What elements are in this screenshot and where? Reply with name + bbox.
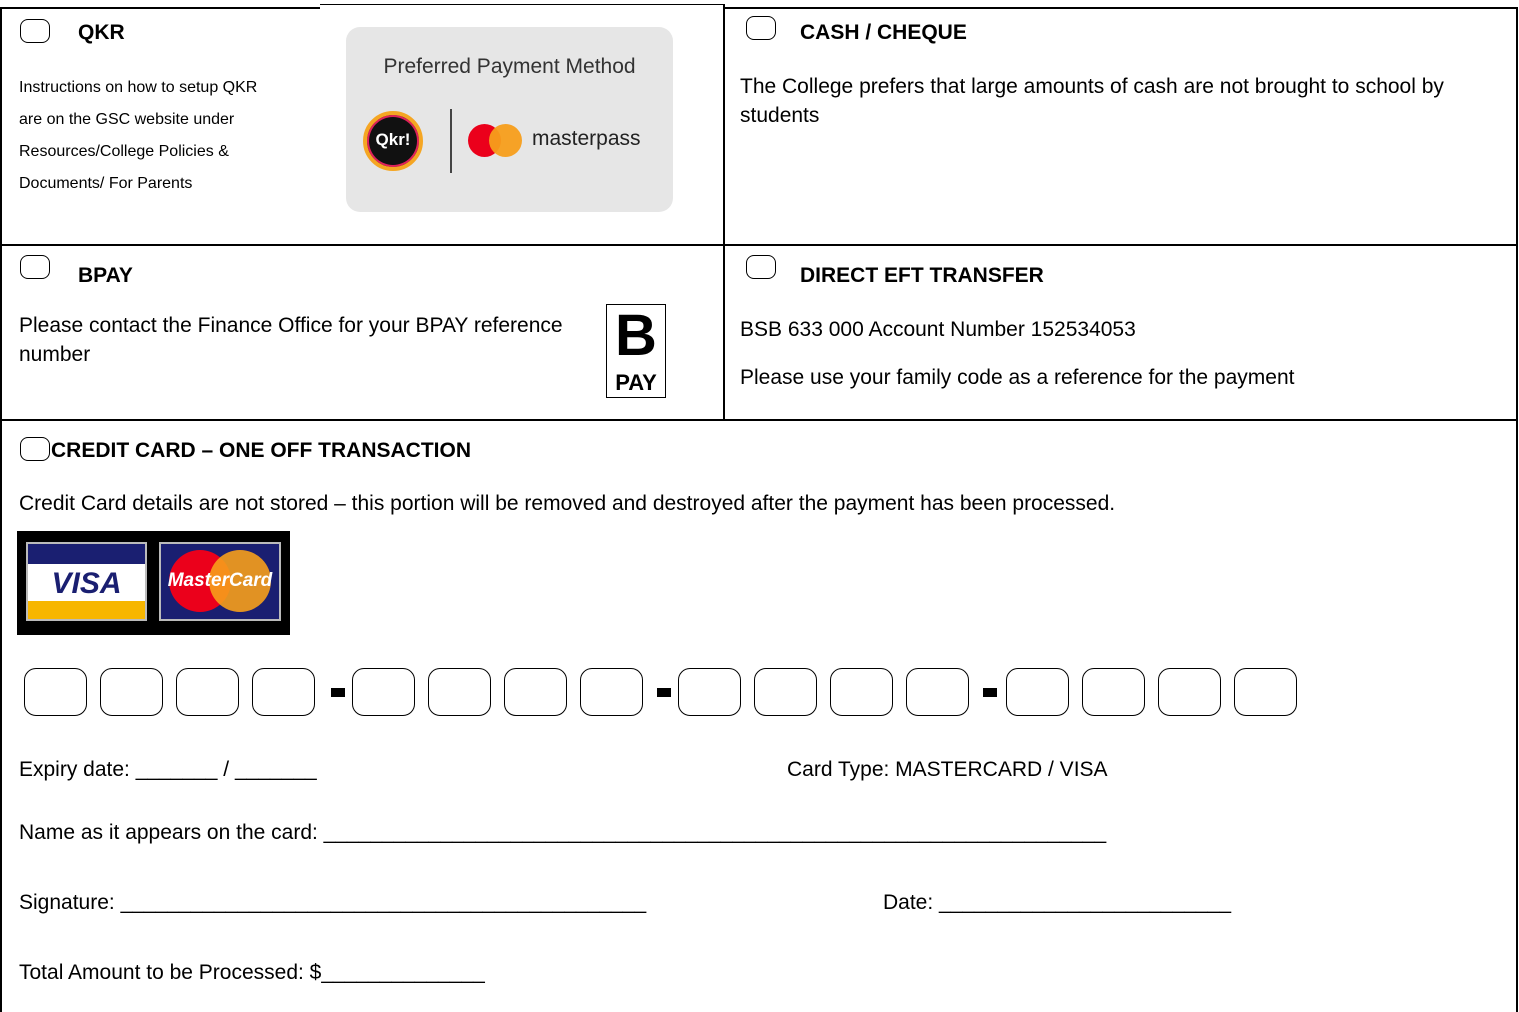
masterpass-text: masterpass xyxy=(532,127,641,150)
bpay-logo-letter: B xyxy=(615,303,657,368)
card-number-digit-11[interactable] xyxy=(830,668,893,716)
qkr-logo-text: Qkr! xyxy=(375,130,411,149)
row-divider-1 xyxy=(0,244,1518,246)
card-number-separator-2 xyxy=(657,688,671,697)
bpay-text: Please contact the Finance Office for yo… xyxy=(19,314,563,366)
table-border-right xyxy=(1516,7,1518,1012)
badge-title: Preferred Payment Method xyxy=(383,55,636,78)
card-number-digit-12[interactable] xyxy=(906,668,969,716)
cash-cheque-text: The College prefers that large amounts o… xyxy=(740,75,1444,127)
card-logos: VISA MasterCard xyxy=(17,531,290,635)
qkr-title: QKR xyxy=(78,21,125,44)
card-number-digit-2[interactable] xyxy=(100,668,163,716)
eft-title: DIRECT EFT TRANSFER xyxy=(800,264,1044,287)
eft-account-details: BSB 633 000 Account Number 152534053 xyxy=(740,318,1136,341)
card-number-digit-10[interactable] xyxy=(754,668,817,716)
card-number-digit-16[interactable] xyxy=(1234,668,1297,716)
card-type-field[interactable]: Card Type: MASTERCARD / VISA xyxy=(787,755,1108,784)
cardholder-name-field[interactable]: Name as it appears on the card: ________… xyxy=(19,818,1106,847)
qkr-logo-icon: Qkr! xyxy=(363,111,423,171)
card-number-separator-1 xyxy=(331,688,345,697)
expiry-date-field[interactable]: Expiry date: _______ / _______ xyxy=(19,755,317,784)
bpay-logo-text: PAY xyxy=(615,370,657,395)
cash-cheque-checkbox[interactable] xyxy=(746,16,776,40)
credit-card-title: CREDIT CARD – ONE OFF TRANSACTION xyxy=(51,439,471,462)
column-divider xyxy=(723,4,725,420)
card-number-digit-7[interactable] xyxy=(504,668,567,716)
card-number-digit-3[interactable] xyxy=(176,668,239,716)
total-amount-field[interactable]: Total Amount to be Processed: $_________… xyxy=(19,958,485,987)
qkr-checkbox[interactable] xyxy=(20,19,50,43)
logo-separator xyxy=(450,109,452,173)
date-field[interactable]: Date: _________________________ xyxy=(883,888,1231,917)
card-number-digit-6[interactable] xyxy=(428,668,491,716)
signature-field[interactable]: Signature: _____________________________… xyxy=(19,888,646,917)
cash-cheque-title: CASH / CHEQUE xyxy=(800,21,967,44)
card-number-digit-5[interactable] xyxy=(352,668,415,716)
mastercard-logo-icon: MasterCard xyxy=(159,542,281,621)
bpay-checkbox[interactable] xyxy=(20,255,50,279)
card-number-digit-13[interactable] xyxy=(1006,668,1069,716)
card-number-digit-9[interactable] xyxy=(678,668,741,716)
eft-reference-note: Please use your family code as a referen… xyxy=(740,366,1295,389)
row-divider-2 xyxy=(0,419,1518,421)
card-number-digit-8[interactable] xyxy=(580,668,643,716)
visa-blue-band xyxy=(28,544,145,564)
visa-logo-icon: VISA xyxy=(26,542,147,621)
table-border-top-left xyxy=(0,7,320,9)
visa-logo-text: VISA xyxy=(51,567,122,600)
preferred-payment-badge: Preferred Payment Method Qkr! masterpass xyxy=(346,27,673,212)
table-border-top-mid xyxy=(320,4,723,5)
bpay-title: BPAY xyxy=(78,264,133,287)
card-number-digit-14[interactable] xyxy=(1082,668,1145,716)
visa-gold-band xyxy=(28,601,145,619)
table-border-top-right xyxy=(723,7,1518,9)
bpay-logo-icon: B PAY xyxy=(606,303,666,398)
mastercard-logo-text: MasterCard xyxy=(167,570,273,591)
eft-checkbox[interactable] xyxy=(746,255,776,279)
credit-card-checkbox[interactable] xyxy=(20,437,50,461)
card-number-digit-4[interactable] xyxy=(252,668,315,716)
card-number-separator-3 xyxy=(983,688,997,697)
credit-card-notice: Credit Card details are not stored – thi… xyxy=(19,492,1116,515)
card-number-digit-15[interactable] xyxy=(1158,668,1221,716)
masterpass-yellow-circle-icon xyxy=(489,124,522,157)
card-number-digit-1[interactable] xyxy=(24,668,87,716)
table-border-left xyxy=(0,7,2,1012)
qkr-instructions: Instructions on how to setup QKR are on … xyxy=(19,79,258,192)
